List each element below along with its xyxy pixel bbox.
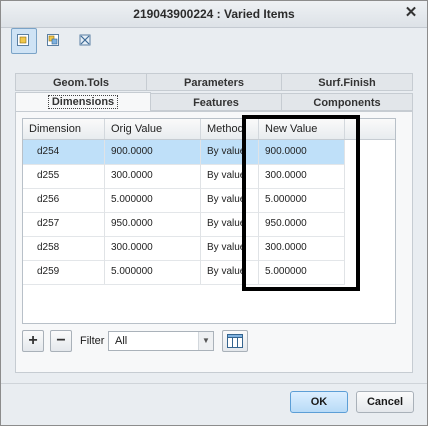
tab-label: Features <box>193 97 239 109</box>
tab-panel: Geom.Tols Parameters Surf.Finish Dimensi… <box>15 73 413 373</box>
col-method[interactable]: Method <box>201 119 259 139</box>
cell-new-value[interactable]: 950.0000 <box>259 212 345 236</box>
cell-method[interactable]: By value <box>201 140 259 164</box>
table-columns-icon <box>227 334 243 348</box>
cell-method[interactable]: By value <box>201 236 259 260</box>
table-row[interactable]: d254 900.0000 By value 900.0000 <box>23 140 345 165</box>
close-button[interactable]: ✕ <box>403 5 419 21</box>
cell-new-value[interactable]: 900.0000 <box>259 140 345 164</box>
toolbar <box>1 28 427 54</box>
dimensions-table: Dimension Orig Value Method New Value d2… <box>22 118 396 324</box>
table-row[interactable]: d259 5.000000 By value 5.000000 <box>23 260 345 285</box>
varied-items-dialog: 219043900224 : Varied Items ✕ Geom.Tols <box>0 0 428 426</box>
col-new-value[interactable]: New Value <box>259 119 345 139</box>
view-b-button[interactable] <box>41 28 67 54</box>
tab-label: Components <box>313 97 381 109</box>
title-bar: 219043900224 : Varied Items ✕ <box>1 1 427 28</box>
view-b-icon <box>47 34 59 46</box>
chevron-down-icon[interactable]: ▼ <box>198 332 213 350</box>
tab-label: Dimensions <box>47 95 119 109</box>
filter-label: Filter <box>80 335 105 347</box>
tab-label: Surf.Finish <box>318 77 376 89</box>
tab-dimensions[interactable]: Dimensions <box>15 92 151 112</box>
view-a-button[interactable] <box>11 28 37 54</box>
table-controls: + − Filter All ▼ <box>22 328 402 354</box>
tab-geom-tols[interactable]: Geom.Tols <box>15 73 147 91</box>
cell-method[interactable]: By value <box>201 260 259 284</box>
cell-new-value[interactable]: 5.000000 <box>259 260 345 284</box>
filter-off-icon <box>79 34 91 46</box>
col-orig-value[interactable]: Orig Value <box>105 119 201 139</box>
cell-dimension: d255 <box>23 164 105 188</box>
table-row[interactable]: d257 950.0000 By value 950.0000 <box>23 212 345 237</box>
table-row[interactable]: d258 300.0000 By value 300.0000 <box>23 236 345 261</box>
tab-components[interactable]: Components <box>281 93 413 111</box>
remove-row-button[interactable]: − <box>50 330 72 352</box>
tab-label: Geom.Tols <box>52 77 110 89</box>
cell-method[interactable]: By value <box>201 164 259 188</box>
table-header: Dimension Orig Value Method New Value <box>23 119 395 140</box>
cell-new-value[interactable]: 300.0000 <box>259 164 345 188</box>
cell-method[interactable]: By value <box>201 212 259 236</box>
tab-features[interactable]: Features <box>150 93 282 111</box>
filter-select[interactable]: All ▼ <box>108 331 214 351</box>
tab-parameters[interactable]: Parameters <box>146 73 282 91</box>
divider <box>1 383 427 384</box>
cell-orig-value: 300.0000 <box>105 236 201 260</box>
cell-dimension: d256 <box>23 188 105 212</box>
filter-off-button[interactable] <box>73 28 99 54</box>
cell-orig-value: 300.0000 <box>105 164 201 188</box>
cancel-button[interactable]: Cancel <box>356 391 414 413</box>
ok-button[interactable]: OK <box>290 391 348 413</box>
cell-dimension: d259 <box>23 260 105 284</box>
cell-orig-value: 950.0000 <box>105 212 201 236</box>
view-a-icon <box>17 34 29 46</box>
cell-orig-value: 900.0000 <box>105 140 201 164</box>
add-row-button[interactable]: + <box>22 330 44 352</box>
dimensions-panel: Dimension Orig Value Method New Value d2… <box>15 111 413 373</box>
table-row[interactable]: d255 300.0000 By value 300.0000 <box>23 164 345 189</box>
cell-dimension: d258 <box>23 236 105 260</box>
columns-button[interactable] <box>222 330 248 352</box>
cell-new-value[interactable]: 300.0000 <box>259 236 345 260</box>
cell-orig-value: 5.000000 <box>105 188 201 212</box>
cell-dimension: d254 <box>23 140 105 164</box>
tab-surf-finish[interactable]: Surf.Finish <box>281 73 413 91</box>
filter-value: All <box>115 335 128 347</box>
table-row[interactable]: d256 5.000000 By value 5.000000 <box>23 188 345 213</box>
cell-orig-value: 5.000000 <box>105 260 201 284</box>
col-dimension[interactable]: Dimension <box>23 119 105 139</box>
cell-method[interactable]: By value <box>201 188 259 212</box>
cell-dimension: d257 <box>23 212 105 236</box>
tab-label: Parameters <box>184 77 244 89</box>
cell-new-value[interactable]: 5.000000 <box>259 188 345 212</box>
window-title: 219043900224 : Varied Items <box>133 7 295 21</box>
